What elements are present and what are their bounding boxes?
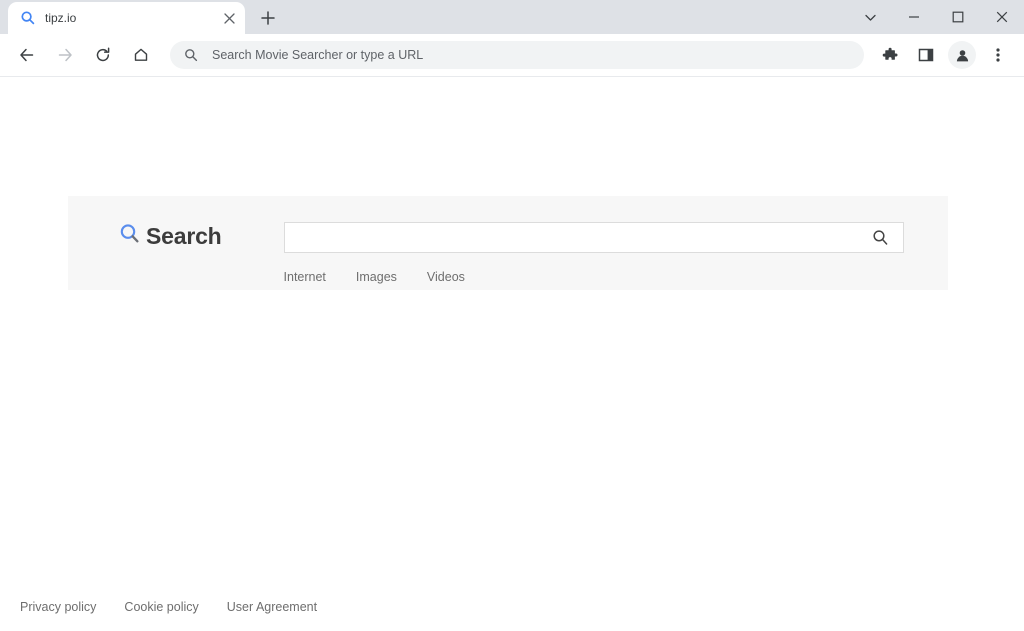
search-input[interactable] [284, 223, 859, 252]
footer-link-cookie-policy[interactable]: Cookie policy [124, 600, 198, 614]
logo-magnifier-icon [118, 222, 142, 251]
tab-favicon-search-icon [20, 10, 36, 26]
search-submit-magnifier-icon [873, 230, 888, 245]
page-viewport: Search Internet Images Videos Privacy po… [0, 76, 1024, 631]
tab-close-icon[interactable] [221, 10, 237, 26]
footer-links: Privacy policy Cookie policy User Agreem… [20, 600, 345, 614]
address-bar[interactable]: Search Movie Searcher or type a URL [170, 41, 864, 69]
browser-toolbar: Search Movie Searcher or type a URL [0, 34, 1024, 76]
search-submit-button[interactable] [859, 223, 903, 252]
maximize-button[interactable] [936, 1, 980, 33]
footer-link-privacy-policy[interactable]: Privacy policy [20, 600, 96, 614]
search-panel: Search Internet Images Videos [68, 196, 948, 290]
logo-text: Search [146, 223, 222, 249]
new-tab-button[interactable] [254, 4, 282, 32]
close-window-button[interactable] [980, 1, 1024, 33]
side-panel-icon[interactable] [911, 40, 941, 70]
search-mode-internet[interactable]: Internet [284, 270, 326, 284]
browser-tab-active[interactable]: tipz.io [8, 2, 245, 34]
toolbar-right-actions [872, 40, 1016, 70]
browser-window: tipz.io Search Movie Searcher or type a … [0, 0, 1024, 631]
search-column: Internet Images Videos [283, 222, 904, 284]
window-controls [848, 0, 1024, 34]
forward-arrow-icon[interactable] [50, 40, 80, 70]
minimize-button[interactable] [892, 1, 936, 33]
search-box [283, 222, 904, 253]
home-icon[interactable] [126, 40, 156, 70]
back-arrow-icon[interactable] [12, 40, 42, 70]
tab-title: tipz.io [45, 11, 77, 25]
tab-strip: tipz.io [0, 0, 1024, 34]
omnibox-search-icon [184, 48, 200, 62]
three-dot-menu-icon[interactable] [983, 40, 1013, 70]
site-logo: Search [118, 222, 222, 251]
address-bar-placeholder: Search Movie Searcher or type a URL [212, 48, 424, 62]
puzzle-piece-icon[interactable] [875, 40, 905, 70]
search-mode-tabs: Internet Images Videos [284, 270, 904, 284]
search-mode-videos[interactable]: Videos [427, 270, 465, 284]
search-mode-images[interactable]: Images [356, 270, 397, 284]
reload-icon[interactable] [88, 40, 118, 70]
tab-search-chevron-down-icon[interactable] [848, 1, 892, 33]
profile-avatar-icon[interactable] [948, 41, 976, 69]
footer-link-user-agreement[interactable]: User Agreement [227, 600, 317, 614]
